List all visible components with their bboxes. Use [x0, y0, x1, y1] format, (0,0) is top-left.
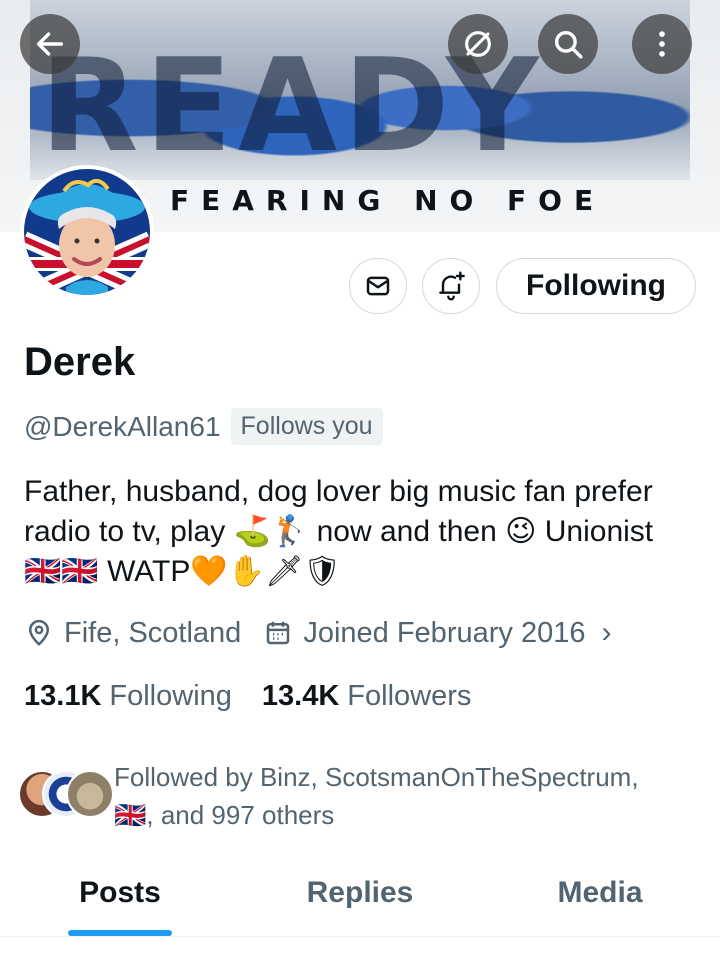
followed-by-others: , and 997 others [146, 800, 335, 830]
bio-text: now and then [316, 515, 497, 548]
following-label: Following [109, 680, 232, 712]
active-tab-indicator [68, 930, 172, 936]
profile-meta[interactable]: Fife, Scotland Joined February 2016 › [24, 616, 611, 650]
profile-bio: Father, husband, dog lover big music fan… [24, 472, 704, 592]
location-text: Fife, Scotland [64, 616, 242, 649]
slashed-circle-icon [465, 31, 491, 57]
bio-text: WATP [107, 555, 191, 588]
tab-posts[interactable]: Posts [0, 860, 240, 936]
back-button[interactable] [20, 14, 80, 74]
following-button[interactable]: Following [496, 258, 696, 314]
follow-stats: 13.1K Following 13.4K Followers [24, 680, 471, 713]
followed-by[interactable]: Followed by Binz, ScotsmanOnTheSpectrum,… [18, 756, 708, 836]
profile-name: Derek [24, 340, 136, 384]
wink-emoji: 😉 [505, 514, 537, 549]
followed-by-line-2: 🇬🇧, and 997 others [114, 796, 704, 835]
profile-handle: @DerekAllan61 [24, 410, 221, 442]
bell-plus-icon [439, 271, 465, 301]
follows-you-badge: Follows you [230, 408, 383, 445]
followers-count: 13.4K [261, 680, 340, 712]
bio-line-2: radio to tv, play ⛳🏌 now and then 😉 Unio… [24, 512, 704, 552]
bio-emojis: 🧡✋🗡🛡 [190, 554, 342, 589]
notifications-button[interactable] [422, 258, 480, 314]
tab-label: Replies [306, 876, 414, 909]
followed-by-text: Followed by Binz, ScotsmanOnTheSpectrum,… [114, 758, 704, 835]
grok-button[interactable] [448, 14, 508, 74]
tab-label: Media [557, 876, 643, 909]
calendar-icon [263, 618, 293, 648]
more-vertical-icon [659, 31, 665, 57]
banner-tagline: FEARING NO FOE [170, 184, 606, 217]
chevron-right-icon: › [601, 616, 612, 649]
search-icon [554, 30, 583, 59]
bio-line-1: Father, husband, dog lover big music fan… [24, 475, 653, 508]
bio-text: radio to tv, play [24, 515, 226, 548]
golf-emoji: ⛳🏌 [233, 514, 309, 549]
location-icon [24, 618, 54, 648]
profile-tabs: Posts Replies Media [0, 860, 720, 937]
avatar-image [24, 169, 150, 295]
bio-text: Unionist [544, 515, 654, 548]
follower-avatar [66, 770, 114, 818]
search-button[interactable] [538, 14, 598, 74]
message-button[interactable] [349, 258, 407, 314]
tab-replies[interactable]: Replies [240, 860, 480, 936]
tab-media[interactable]: Media [480, 860, 720, 936]
following-count: 13.1K [24, 680, 102, 712]
arrow-left-icon [36, 32, 64, 56]
joined-text: Joined February 2016 [303, 616, 586, 649]
flag-emoji: 🇬🇧🇬🇧 [24, 554, 99, 589]
profile-avatar[interactable] [20, 165, 154, 299]
tab-label: Posts [79, 876, 161, 909]
followers-label: Followers [347, 680, 472, 712]
flag-emoji: 🇬🇧 [114, 801, 147, 831]
mail-icon [366, 276, 390, 296]
more-button[interactable] [632, 14, 692, 74]
following-stat[interactable]: 13.1K Following [24, 680, 232, 713]
handle-row: @DerekAllan61 Follows you [24, 408, 383, 445]
followers-stat[interactable]: 13.4K Followers [262, 680, 471, 713]
followed-by-line-1: Followed by Binz, ScotsmanOnTheSpectrum, [114, 762, 639, 792]
bio-line-3: 🇬🇧🇬🇧 WATP🧡✋🗡🛡 [24, 552, 704, 592]
